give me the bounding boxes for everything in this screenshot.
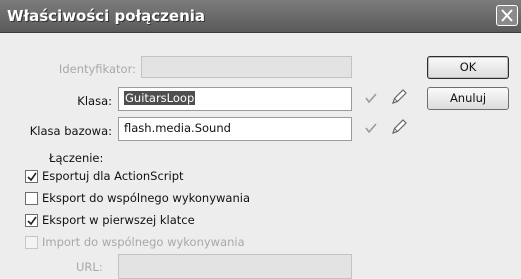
identifier-input xyxy=(141,56,352,78)
url-label: URL: xyxy=(76,260,103,274)
class-label: Klasa: xyxy=(77,94,112,108)
checkmark-icon[interactable] xyxy=(364,122,378,134)
dialog-title: Właściwości połączenia xyxy=(7,7,206,25)
close-button[interactable] xyxy=(496,5,518,26)
checkbox[interactable] xyxy=(25,170,38,183)
pencil-icon[interactable] xyxy=(390,118,408,136)
checkbox-label: Esportuj dla ActionScript xyxy=(42,169,184,183)
cancel-button[interactable]: Anuluj xyxy=(427,87,509,110)
pencil-icon[interactable] xyxy=(390,88,408,106)
checkmark-icon[interactable] xyxy=(364,92,378,104)
ok-button[interactable]: OK xyxy=(427,56,509,79)
identifier-label: Identyfikator: xyxy=(58,62,136,76)
checkbox[interactable] xyxy=(25,192,38,205)
checkbox-label: Eksport w pierwszej klatce xyxy=(42,213,195,227)
linkage-properties-dialog: Właściwości połączenia Identyfikator: Kl… xyxy=(0,0,521,279)
base-class-input-value: flash.media.Sound xyxy=(124,121,231,135)
checkbox xyxy=(25,236,38,249)
checkbox[interactable] xyxy=(25,214,38,227)
linkage-label: Łączenie: xyxy=(49,151,104,165)
class-input-value: GuitarsLoop xyxy=(124,91,196,105)
url-input xyxy=(118,254,352,279)
checkbox-label: Eksport do wspólnego wykonywania xyxy=(42,191,250,205)
checkbox-label: Import do wspólnego wykonywania xyxy=(42,235,245,249)
base-class-input[interactable]: flash.media.Sound xyxy=(118,117,352,141)
checkbox-check-icon xyxy=(27,216,37,226)
base-class-label: Klasa bazowa: xyxy=(29,124,112,138)
class-input[interactable]: GuitarsLoop xyxy=(118,87,352,111)
title-bar[interactable]: Właściwości połączenia xyxy=(0,0,521,33)
close-icon xyxy=(501,9,513,22)
checkbox-check-icon xyxy=(27,172,37,182)
